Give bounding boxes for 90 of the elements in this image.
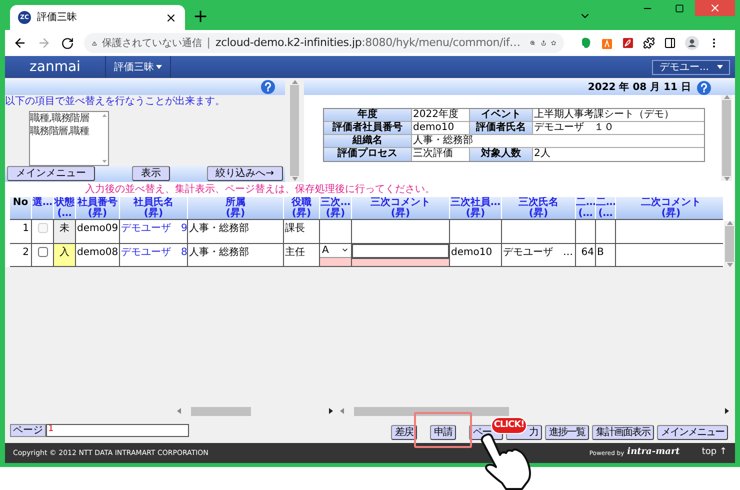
info-value: 上半期人事考課シート（デモ） — [533, 109, 675, 121]
click-tooltip: CLICK! — [491, 417, 527, 434]
vertical-scrollbar[interactable] — [724, 221, 735, 267]
table-cell: 64 — [576, 244, 596, 266]
action-button[interactable]: メインメニュー — [657, 425, 728, 440]
column-header[interactable]: 三次コメント (昇) — [352, 197, 450, 220]
tab-title: 評価三昧 — [37, 10, 78, 25]
column-header[interactable]: 二… (… — [596, 197, 616, 220]
column-header[interactable]: 二… (… — [576, 197, 596, 220]
table-cell: 1 — [10, 220, 32, 243]
notice-text: 入力後の並べ替え、集計表示、ページ替えは、保存処理後に行ってください。 — [85, 183, 435, 196]
table-cell: B — [596, 244, 616, 266]
table-cell: demo09 — [76, 220, 120, 243]
scroll-up-icon[interactable] — [102, 114, 107, 117]
profile-icon[interactable] — [685, 36, 699, 50]
horizontal-scrollbar[interactable] — [175, 406, 335, 416]
security-label: 保護されていない通信 — [102, 36, 202, 50]
table-cell: 人事・総務部 — [188, 220, 284, 243]
panel-button[interactable]: メインメニュー — [7, 166, 95, 182]
status-cell: 入 — [54, 244, 76, 266]
scroll-down-icon[interactable] — [102, 160, 107, 163]
forward-icon[interactable] — [37, 36, 51, 50]
action-button[interactable]: 集計画面表示 — [592, 425, 654, 440]
action-button[interactable]: 申請 — [430, 425, 456, 440]
vertical-scrollbar[interactable] — [721, 95, 732, 181]
page-label: ページ — [10, 424, 46, 436]
column-header[interactable]: No — [10, 197, 32, 220]
sort-listbox[interactable]: 職種,職務階層 職務階層,職種 — [29, 110, 109, 166]
info-label: 評価者社員番号 — [324, 122, 412, 134]
column-header[interactable]: 二次コメント (昇) — [616, 197, 724, 220]
scrollbar-thumb[interactable] — [290, 85, 299, 176]
info-value: 人事・総務部 — [412, 135, 474, 147]
info-value: デモユーザ １０ — [533, 122, 615, 134]
brand-logo: intra-mart — [627, 446, 680, 460]
panel-button[interactable]: 表示 — [132, 166, 170, 182]
scrollbar-thumb[interactable] — [191, 406, 251, 416]
info-label: 評価プロセス — [324, 148, 412, 161]
help-icon[interactable] — [697, 80, 711, 94]
info-label: 年度 — [324, 109, 412, 121]
page-field[interactable]: 1 — [46, 424, 189, 436]
column-header[interactable]: 選… — [32, 197, 54, 220]
table-cell: 課長 — [284, 220, 320, 243]
info-value: 2人 — [533, 148, 552, 161]
pdf-extension-icon[interactable] — [622, 37, 634, 49]
scroll-right-icon[interactable] — [329, 408, 333, 414]
info-label: 評価者氏名 — [470, 122, 533, 134]
address-field[interactable]: 保護されていない通信 | zcloud-demo.k2-infinities.jp:8080/hyk/menu/common/if… — [84, 33, 564, 53]
scroll-left-icon[interactable] — [177, 408, 181, 414]
sort-option[interactable]: 職務階層,職種 — [30, 124, 101, 138]
grade-select[interactable]: A — [320, 244, 351, 258]
caret-icon — [156, 65, 162, 69]
info-label: イベント — [470, 109, 533, 121]
table-cell: demo10 — [450, 244, 502, 266]
date-text: 2022 年 08 月 11 日 — [588, 80, 691, 95]
url-text: zcloud-demo.k2-infinities.jp:8080/hyk/menu/common/if… — [216, 34, 520, 51]
row-checkbox[interactable] — [38, 246, 48, 257]
app-logo: zanmai — [28, 58, 82, 76]
help-icon[interactable] — [261, 80, 275, 94]
scrollbar-thumb[interactable] — [354, 406, 509, 416]
extensions-icon[interactable] — [643, 37, 655, 49]
back-icon[interactable] — [13, 36, 27, 50]
elephant-extension-icon[interactable] — [580, 37, 592, 49]
close-tab-icon[interactable] — [165, 12, 177, 24]
side-panel-icon[interactable] — [664, 37, 676, 49]
action-button[interactable]: 差戻 — [391, 425, 417, 440]
table-cell: デモユーザ … — [502, 244, 576, 266]
vertical-scrollbar[interactable] — [289, 80, 300, 181]
separator-text: | — [206, 34, 211, 51]
scrollbar-thumb[interactable] — [722, 100, 731, 176]
caret-icon — [717, 65, 723, 69]
table-cell: demo08 — [76, 244, 120, 266]
scroll-right-icon[interactable] — [725, 408, 729, 414]
scroll-left-icon[interactable] — [340, 408, 344, 414]
sort-option[interactable]: 職種,職務階層 — [30, 112, 101, 125]
comment-field[interactable] — [352, 244, 449, 258]
action-button[interactable]: 進捗一覧 — [545, 425, 589, 440]
table-cell: 人事・総務部 — [188, 244, 284, 266]
info-label: 対象人数 — [470, 148, 533, 161]
horizontal-scrollbar[interactable] — [338, 406, 731, 416]
user-menu[interactable]: デモユー... — [652, 60, 730, 74]
column-header[interactable]: 三次… (昇) — [320, 197, 352, 220]
new-tab-button[interactable]: + — [193, 8, 208, 26]
scrollbar-thumb[interactable] — [725, 226, 734, 262]
reload-icon[interactable] — [61, 36, 74, 50]
status-cell: 未 — [54, 220, 76, 243]
info-label: 組織名 — [324, 135, 412, 147]
top-link[interactable]: top ↑ — [702, 446, 727, 460]
panel-button[interactable]: 絞り込みへ→ — [206, 166, 283, 182]
table-cell: 2 — [10, 244, 32, 266]
sort-instruction: 以下の項目で並べ替えを行なうことが出来ます。 — [5, 94, 226, 109]
